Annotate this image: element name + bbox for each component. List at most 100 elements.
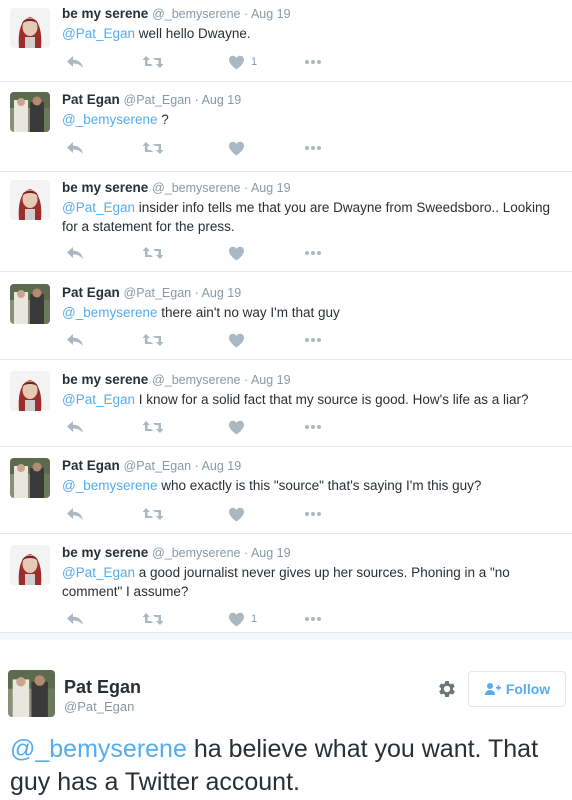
- reply-icon[interactable]: [66, 52, 84, 72]
- author-avatar[interactable]: [10, 180, 50, 220]
- mention-link[interactable]: @_bemyserene: [62, 112, 158, 127]
- gear-icon[interactable]: [436, 678, 458, 700]
- tweet-item[interactable]: be my serene @_bemyserene · Aug 19 @Pat_E…: [0, 0, 572, 82]
- author-avatar[interactable]: [10, 92, 50, 132]
- heart-icon[interactable]: [228, 138, 251, 158]
- author-avatar[interactable]: [10, 371, 50, 411]
- separator-dot: ·: [191, 286, 202, 300]
- author-name[interactable]: Pat Egan: [62, 92, 120, 107]
- heart-icon[interactable]: [228, 243, 251, 263]
- tweet-item[interactable]: Pat Egan @Pat_Egan · Aug 19 @_bemyserene …: [0, 82, 572, 172]
- author-name[interactable]: Pat Egan: [64, 676, 141, 698]
- more-dots-icon[interactable]: [304, 138, 322, 158]
- reply-icon[interactable]: [66, 243, 84, 263]
- reply-icon[interactable]: [66, 609, 84, 629]
- more-dots-icon[interactable]: [304, 417, 322, 437]
- more-dots-icon[interactable]: [304, 52, 322, 72]
- author-handle[interactable]: @Pat_Egan: [124, 459, 192, 473]
- author-name[interactable]: be my serene: [62, 6, 148, 21]
- tweet-date[interactable]: Aug 19: [251, 7, 291, 21]
- author-name[interactable]: Pat Egan: [62, 285, 120, 300]
- tweet-text: @_bemyserene there ain't no way I'm that…: [62, 303, 568, 322]
- author-avatar[interactable]: [10, 284, 50, 324]
- author-handle[interactable]: @Pat_Egan: [124, 93, 192, 107]
- thread-divider: [0, 633, 572, 640]
- author-avatar[interactable]: [10, 545, 50, 585]
- tweet-actions: 1: [62, 609, 332, 629]
- author-name[interactable]: be my serene: [62, 545, 148, 560]
- tweet-header: be my serene @_bemyserene · Aug 19: [62, 544, 568, 562]
- retweet-icon[interactable]: [142, 504, 164, 524]
- heart-icon[interactable]: 1: [228, 52, 257, 72]
- tweet-item[interactable]: be my serene @_bemyserene · Aug 19 @Pat_E…: [0, 172, 572, 272]
- more-dots-icon[interactable]: [304, 504, 322, 524]
- reply-icon[interactable]: [66, 138, 84, 158]
- retweet-icon[interactable]: [142, 609, 164, 629]
- more-dots-icon[interactable]: [304, 609, 322, 629]
- author-handle[interactable]: @Pat_Egan: [124, 286, 192, 300]
- mention-link[interactable]: @Pat_Egan: [62, 565, 135, 580]
- author-avatar[interactable]: [8, 670, 55, 717]
- author-name[interactable]: Pat Egan: [62, 458, 120, 473]
- tweet-header: Pat Egan @Pat_Egan · Aug 19: [62, 457, 568, 475]
- heart-icon[interactable]: [228, 330, 251, 350]
- author-handle[interactable]: @_bemyserene: [152, 7, 240, 21]
- more-dots-icon[interactable]: [304, 243, 322, 263]
- tweet-actions: [62, 330, 332, 350]
- more-dots-icon[interactable]: [304, 330, 322, 350]
- tweet-date[interactable]: Aug 19: [202, 459, 242, 473]
- tweet-date[interactable]: Aug 19: [202, 93, 242, 107]
- author-avatar[interactable]: [10, 8, 50, 48]
- reply-icon[interactable]: [66, 504, 84, 524]
- tweet-header: Pat Egan @Pat_Egan · Aug 19: [62, 91, 568, 109]
- heart-icon[interactable]: [228, 504, 251, 524]
- mention-link[interactable]: @Pat_Egan: [62, 26, 135, 41]
- tweet-date[interactable]: Aug 19: [251, 373, 291, 387]
- tweet-actions: 1: [62, 52, 332, 72]
- tweet-text: @Pat_Egan I know for a solid fact that m…: [62, 390, 568, 409]
- heart-icon[interactable]: 1: [228, 609, 257, 629]
- tweet-item[interactable]: Pat Egan @Pat_Egan · Aug 19 @_bemyserene …: [0, 447, 572, 534]
- author-handle[interactable]: @_bemyserene: [152, 181, 240, 195]
- separator-dot: ·: [191, 93, 202, 107]
- tweet-item[interactable]: be my serene @_bemyserene · Aug 19 @Pat_E…: [0, 360, 572, 447]
- tweet-text: @_bemyserene ha believe what you want. T…: [10, 733, 570, 799]
- retweet-icon[interactable]: [142, 417, 164, 437]
- heart-icon[interactable]: [228, 417, 251, 437]
- retweet-icon[interactable]: [142, 138, 164, 158]
- tweet-body: well hello Dwayne.: [138, 26, 251, 41]
- mention-link[interactable]: @Pat_Egan: [62, 392, 135, 407]
- reply-icon[interactable]: [66, 330, 84, 350]
- tweet-date[interactable]: Aug 19: [251, 546, 291, 560]
- tweet-text: @Pat_Egan well hello Dwayne.: [62, 24, 568, 43]
- mention-link[interactable]: @Pat_Egan: [62, 200, 135, 215]
- separator-dot: ·: [240, 373, 251, 387]
- tweet-header: be my serene @_bemyserene · Aug 19: [62, 5, 568, 23]
- mention-link[interactable]: @_bemyserene: [10, 735, 187, 763]
- author-handle[interactable]: @_bemyserene: [152, 546, 240, 560]
- separator-dot: ·: [240, 7, 251, 21]
- tweet-header: be my serene @_bemyserene · Aug 19: [62, 371, 568, 389]
- author-name[interactable]: be my serene: [62, 372, 148, 387]
- tweet-item[interactable]: be my serene @_bemyserene · Aug 19 @Pat_E…: [0, 534, 572, 633]
- retweet-icon[interactable]: [142, 52, 164, 72]
- tweet-text: @Pat_Egan insider info tells me that you…: [62, 198, 568, 236]
- tweet-date[interactable]: Aug 19: [251, 181, 291, 195]
- follow-button[interactable]: Follow: [468, 671, 566, 707]
- tweet-actions: [62, 417, 332, 437]
- retweet-icon[interactable]: [142, 243, 164, 263]
- reply-icon[interactable]: [66, 417, 84, 437]
- tweet-text: @_bemyserene ?: [62, 110, 568, 129]
- mention-link[interactable]: @_bemyserene: [62, 305, 158, 320]
- retweet-icon[interactable]: [142, 330, 164, 350]
- tweet-body: there ain't no way I'm that guy: [161, 305, 340, 320]
- author-handle[interactable]: @_bemyserene: [152, 373, 240, 387]
- author-name[interactable]: be my serene: [62, 180, 148, 195]
- tweet-body: I know for a solid fact that my source i…: [138, 392, 529, 407]
- like-count: 1: [251, 613, 258, 625]
- tweet-date[interactable]: Aug 19: [202, 286, 242, 300]
- author-handle[interactable]: @Pat_Egan: [64, 699, 134, 715]
- mention-link[interactable]: @_bemyserene: [62, 478, 158, 493]
- tweet-item[interactable]: Pat Egan @Pat_Egan · Aug 19 @_bemyserene …: [0, 272, 572, 360]
- author-avatar[interactable]: [10, 458, 50, 498]
